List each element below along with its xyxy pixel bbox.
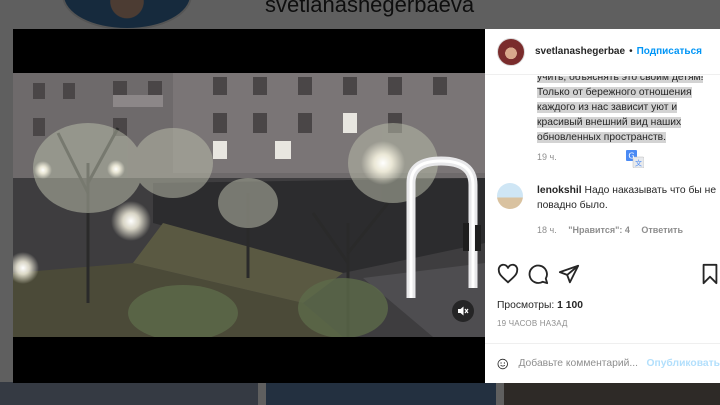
reply-button[interactable]: Ответить — [641, 225, 683, 235]
smiley-icon[interactable] — [497, 354, 508, 374]
speaker-muted-icon — [458, 306, 469, 316]
post-header: svetlanashegerbae • Подписаться — [485, 29, 720, 75]
video-player[interactable] — [13, 29, 485, 383]
caption-text: учить, объяснять это своим детям! Только… — [537, 76, 704, 143]
comments-list[interactable]: учить, объяснять это своим детям! Только… — [485, 76, 720, 254]
post-modal: svetlanashegerbae • Подписаться учить, о… — [13, 29, 720, 383]
author-username[interactable]: svetlanashegerbae — [535, 46, 625, 57]
post-caption: учить, объяснять это своим детям! Только… — [537, 76, 715, 145]
video-frame[interactable] — [13, 73, 485, 337]
comment-timestamp[interactable]: 18 ч. — [537, 225, 557, 235]
svg-text:G: G — [628, 152, 634, 161]
header-separator: • — [629, 46, 633, 57]
mute-button[interactable] — [452, 300, 474, 322]
view-count[interactable]: Просмотры: 1 100 — [497, 300, 583, 311]
comment-icon[interactable] — [527, 263, 549, 285]
comment-body: lenokshil Надо наказывать что бы не пова… — [537, 183, 717, 213]
publish-button[interactable]: Опубликовать — [646, 358, 720, 369]
comment-avatar[interactable] — [497, 183, 523, 209]
comment-username[interactable]: lenokshil — [537, 185, 582, 196]
paper-plane-icon[interactable] — [558, 263, 580, 285]
post-sidebar: svetlanashegerbae • Подписаться учить, о… — [485, 29, 720, 383]
night-courtyard-video-still — [13, 73, 485, 337]
caption-timestamp[interactable]: 19 ч. — [537, 152, 557, 162]
heart-icon[interactable] — [497, 263, 519, 285]
views-label: Просмотры: — [497, 300, 555, 311]
comment-meta: 18 ч. "Нравится": 4 Ответить — [537, 225, 692, 235]
comment-likes[interactable]: "Нравится": 4 — [568, 225, 630, 235]
add-comment-bar: Опубликовать — [485, 343, 720, 383]
action-bar — [497, 263, 718, 289]
translate-icon[interactable]: G 文 — [626, 150, 644, 168]
post-timestamp[interactable]: 19 ЧАСОВ НАЗАД — [497, 319, 568, 328]
comment-input[interactable] — [518, 358, 647, 369]
svg-text:文: 文 — [635, 159, 642, 168]
views-number: 1 100 — [557, 300, 583, 311]
author-avatar[interactable] — [497, 37, 525, 66]
follow-button[interactable]: Подписаться — [637, 46, 702, 57]
bookmark-icon[interactable] — [699, 263, 720, 285]
